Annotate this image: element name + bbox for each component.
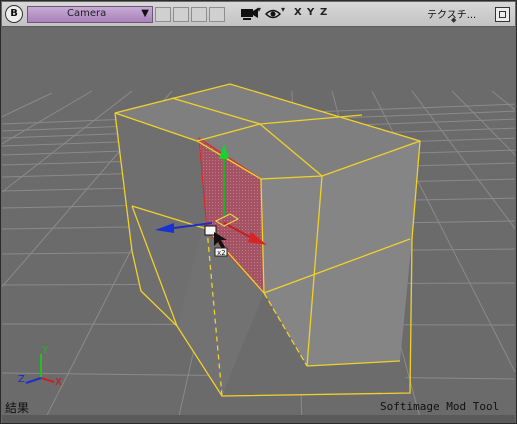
visibility-menu-arrow-icon[interactable]: ▾ xyxy=(281,5,285,14)
memo-camera-slot-1[interactable] xyxy=(155,7,171,22)
axis-x-toggle[interactable]: X xyxy=(294,7,302,18)
axis-x-label: X xyxy=(55,377,62,388)
3d-viewport[interactable]: x2 Y X Z xyxy=(2,27,515,415)
cursor-badge: x2 xyxy=(217,249,225,257)
chevron-down-icon: ▼ xyxy=(141,8,149,19)
viewport-frame: B Camera ▼ ▾ ▾ X Y Z テクスチ... ◆ x2 Y X Z … xyxy=(0,0,517,424)
display-mode-arrow-icon: ◆ xyxy=(451,16,457,24)
memo-camera-slot-2[interactable] xyxy=(173,7,189,22)
axis-y-toggle[interactable]: Y xyxy=(307,7,314,18)
cube-mesh: x2 xyxy=(114,83,421,397)
memo-camera-slot-4[interactable] xyxy=(209,7,225,22)
axis-y-label: Y xyxy=(41,345,49,356)
memo-camera-slot-3[interactable] xyxy=(191,7,207,22)
axis-z-label: Z xyxy=(18,374,25,385)
viewport-bottom-bar xyxy=(2,415,515,423)
eye-icon[interactable] xyxy=(265,7,281,21)
view-b-button[interactable]: B xyxy=(5,5,23,23)
viewport-toolbar: B Camera ▼ ▾ ▾ X Y Z テクスチ... ◆ xyxy=(2,2,515,27)
app-name-label: Softimage Mod Tool xyxy=(380,400,500,413)
scene-canvas[interactable]: x2 Y X Z xyxy=(2,27,515,415)
viewport-status-text: 結果 xyxy=(5,401,30,415)
camera-dropdown-label: Camera xyxy=(67,8,107,19)
camera-icon[interactable] xyxy=(239,6,259,22)
axis-z-toggle[interactable]: Z xyxy=(320,7,327,18)
camera-dropdown[interactable]: Camera ▼ xyxy=(27,6,153,23)
camera-menu-arrow-icon[interactable]: ▾ xyxy=(257,5,261,14)
maximize-icon[interactable] xyxy=(495,7,510,22)
axis-indicator: Y X Z xyxy=(18,345,62,388)
